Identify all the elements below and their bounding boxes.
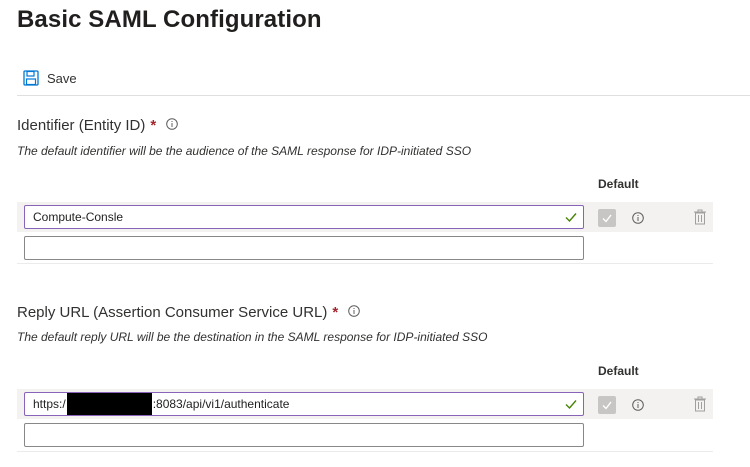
info-icon[interactable]	[348, 304, 361, 321]
trash-icon[interactable]	[693, 396, 707, 417]
default-checkbox[interactable]	[598, 396, 616, 414]
info-icon[interactable]	[632, 211, 644, 229]
identifier-section-title: Identifier (Entity ID) *	[17, 117, 179, 134]
redaction-block	[66, 393, 152, 415]
floppy-disk-icon	[23, 70, 39, 86]
default-column-header: Default	[598, 364, 639, 378]
identifier-new-input[interactable]	[24, 236, 584, 260]
default-checkbox[interactable]	[598, 209, 616, 227]
reply-url-section-title: Reply URL (Assertion Consumer Service UR…	[17, 304, 361, 321]
required-marker: *	[332, 304, 339, 321]
reply-url-prefix: https:/	[33, 397, 66, 411]
reply-url-description: The default reply URL will be the destin…	[17, 330, 488, 344]
default-column-header: Default	[598, 177, 639, 191]
identifier-input-value: Compute-Consle	[33, 210, 124, 224]
identifier-label: Identifier (Entity ID)	[17, 117, 146, 134]
command-bar: Save	[17, 64, 750, 96]
info-icon[interactable]	[166, 117, 179, 134]
identifier-input[interactable]: Compute-Consle	[24, 205, 584, 229]
save-button[interactable]: Save	[23, 66, 77, 90]
divider	[17, 451, 713, 452]
reply-url-new-input[interactable]	[24, 423, 584, 447]
reply-url-label: Reply URL (Assertion Consumer Service UR…	[17, 304, 328, 321]
trash-icon[interactable]	[693, 209, 707, 230]
divider	[17, 263, 713, 264]
reply-url-suffix: :8083/api/vi1/authenticate	[152, 397, 290, 411]
valid-check-icon	[564, 397, 578, 414]
identifier-description: The default identifier will be the audie…	[17, 144, 472, 158]
required-marker: *	[150, 117, 157, 134]
save-button-label: Save	[47, 70, 77, 86]
info-icon[interactable]	[632, 398, 644, 416]
page-title: Basic SAML Configuration	[17, 6, 322, 33]
reply-url-input[interactable]: https:/ :8083/api/vi1/authenticate	[24, 392, 584, 416]
valid-check-icon	[564, 210, 578, 227]
